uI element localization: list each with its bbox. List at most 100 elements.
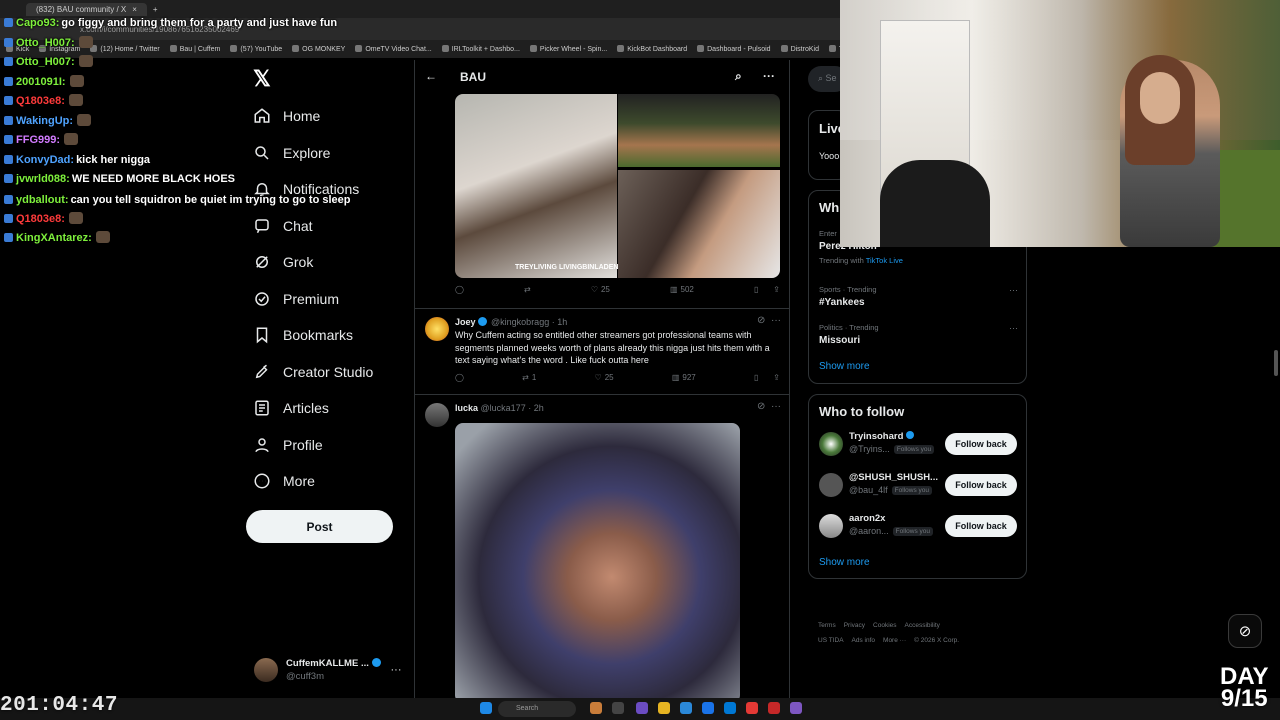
- more-dots-icon[interactable]: ···: [1009, 285, 1018, 295]
- app-icon[interactable]: [724, 702, 736, 714]
- follow-back-button[interactable]: Follow back: [945, 433, 1017, 455]
- show-more-link[interactable]: Show more: [819, 557, 870, 568]
- user-badge-icon: [4, 96, 13, 105]
- footer-link[interactable]: Accessibility: [905, 622, 940, 629]
- show-more-link[interactable]: Show more: [819, 361, 870, 372]
- share-icon[interactable]: ⇪: [773, 373, 780, 382]
- repost-icon[interactable]: ⇄: [524, 285, 531, 294]
- post[interactable]: Joey @kingkobragg · 1h ⊘ ··· Why Cuffem …: [415, 308, 789, 394]
- bookmark-item[interactable]: Dashboard - Pulsoid: [697, 45, 770, 53]
- sidebar-item-articles[interactable]: Articles: [253, 390, 373, 427]
- sidebar-item-more[interactable]: More: [253, 463, 373, 500]
- back-arrow-icon[interactable]: ←: [425, 69, 437, 83]
- task-view-icon[interactable]: [612, 702, 624, 714]
- author-handle[interactable]: @lucka177: [481, 403, 526, 413]
- follow-back-button[interactable]: Follow back: [945, 515, 1017, 537]
- share-icon[interactable]: ⇪: [773, 285, 780, 294]
- edge-icon[interactable]: [680, 702, 692, 714]
- footer-link[interactable]: Privacy: [844, 622, 865, 629]
- footer-link[interactable]: © 2026 X Corp.: [914, 637, 959, 644]
- post-time[interactable]: · 2h: [528, 403, 544, 413]
- more-dots-icon[interactable]: ···: [771, 315, 781, 326]
- avatar[interactable]: [819, 432, 843, 456]
- windows-start-icon[interactable]: [480, 702, 492, 714]
- like-count: 25: [604, 373, 614, 382]
- footer-link[interactable]: US TIDA: [818, 637, 844, 644]
- more-dots-icon[interactable]: ···: [771, 401, 781, 412]
- follow-back-button[interactable]: Follow back: [945, 474, 1017, 496]
- suggestion-name[interactable]: Tryinsohard: [849, 431, 915, 442]
- new-tab-icon[interactable]: +: [153, 5, 158, 14]
- day-value: 9/15: [1220, 685, 1268, 712]
- app-icon[interactable]: [590, 702, 602, 714]
- bookmark-icon[interactable]: ▯: [754, 373, 758, 382]
- author-handle[interactable]: @kingkobragg: [491, 317, 549, 327]
- taskbar-search[interactable]: Search: [498, 701, 576, 717]
- sidebar-item-premium[interactable]: Premium: [253, 281, 373, 318]
- sidebar-item-grok[interactable]: Grok: [253, 244, 373, 281]
- bookmark-item[interactable]: Twitch: [829, 45, 840, 53]
- post-media-grid[interactable]: TREYLIVING LIVINGBINLADEN: [455, 94, 780, 278]
- avatar[interactable]: [819, 473, 843, 497]
- like-button[interactable]: ♡ 25: [595, 373, 614, 382]
- avatar[interactable]: [425, 317, 449, 341]
- avatar[interactable]: [819, 514, 843, 538]
- sidebar-item-creator-studio[interactable]: Creator Studio: [253, 354, 373, 391]
- account-switcher[interactable]: CuffemKALLME ... @cuff3m ···: [254, 655, 404, 685]
- post[interactable]: lucka @lucka177 · 2h ⊘ ···: [415, 394, 789, 700]
- author-name[interactable]: Joey: [455, 317, 476, 327]
- media-image[interactable]: [618, 170, 780, 278]
- footer-link[interactable]: More ···: [883, 637, 906, 644]
- bookmark-item[interactable]: Picker Wheel - Spin...: [530, 45, 607, 53]
- follow-suggestion[interactable]: aaron2x @aaron... Follows you Follow back: [819, 511, 1019, 545]
- scrollbar[interactable]: [1274, 350, 1278, 376]
- stream-timer: 201:04:47: [0, 694, 118, 717]
- bookmark-item[interactable]: IRLToolkit + Dashbo...: [442, 45, 520, 53]
- suggestion-name[interactable]: @SHUSH_SHUSH...: [849, 472, 938, 483]
- trend-item[interactable]: Politics · Trending Missouri ···: [819, 323, 1019, 346]
- more-dots-icon[interactable]: ···: [1009, 323, 1018, 333]
- avatar[interactable]: [425, 403, 449, 427]
- post-button[interactable]: Post: [246, 510, 393, 543]
- sidebar-item-bookmarks[interactable]: Bookmarks: [253, 317, 373, 354]
- footer-link[interactable]: Cookies: [873, 622, 896, 629]
- discord-icon[interactable]: [790, 702, 802, 714]
- chair: [880, 160, 990, 247]
- views-button[interactable]: ▥ 502: [670, 285, 694, 294]
- grok-icon[interactable]: ⊘: [757, 401, 765, 412]
- reply-icon[interactable]: ◯: [455, 373, 464, 382]
- app-icon[interactable]: [636, 702, 648, 714]
- trend-item[interactable]: Sports · Trending #Yankees ···: [819, 285, 1019, 308]
- trend-link[interactable]: TikTok Live: [866, 256, 903, 265]
- search-icon[interactable]: ⌕: [735, 69, 742, 84]
- media-image[interactable]: [618, 94, 780, 167]
- chrome-icon[interactable]: [746, 702, 758, 714]
- user-badge-icon: [4, 154, 13, 164]
- app-icon[interactable]: [702, 702, 714, 714]
- grok-icon[interactable]: ⊘: [757, 315, 765, 326]
- bookmark-item[interactable]: DistroKid: [781, 45, 819, 53]
- footer-link[interactable]: Ads info: [852, 637, 876, 644]
- bookmark-icon[interactable]: ▯: [754, 285, 758, 294]
- author-name[interactable]: lucka: [455, 403, 478, 413]
- repost-button[interactable]: ⇄ 1: [522, 373, 536, 382]
- file-explorer-icon[interactable]: [658, 702, 670, 714]
- more-dots-icon[interactable]: ···: [391, 664, 402, 676]
- bookmark-item[interactable]: KickBot Dashboard: [617, 45, 687, 53]
- post-time[interactable]: · 1h: [552, 317, 568, 327]
- follow-suggestion[interactable]: @SHUSH_SHUSH... @bau_4lf Follows you Follow…: [819, 470, 1019, 504]
- footer-link[interactable]: Terms: [818, 622, 836, 629]
- follow-suggestion[interactable]: Tryinsohard @Tryins... Follows you Follow …: [819, 429, 1019, 463]
- app-icon[interactable]: [768, 702, 780, 714]
- views-button[interactable]: ▥ 927: [672, 373, 696, 382]
- sidebar-item-profile[interactable]: Profile: [253, 427, 373, 464]
- reply-icon[interactable]: ◯: [455, 285, 464, 294]
- close-icon[interactable]: ×: [132, 5, 137, 14]
- grok-fab-icon[interactable]: ⊘: [1228, 614, 1262, 648]
- live-item[interactable]: Yooo: [819, 151, 839, 161]
- like-button[interactable]: ♡ 25: [591, 285, 610, 294]
- more-dots-icon[interactable]: ···: [763, 69, 775, 83]
- media-image[interactable]: [455, 423, 740, 700]
- suggestion-name[interactable]: aaron2x: [849, 513, 885, 524]
- media-image[interactable]: [455, 94, 617, 278]
